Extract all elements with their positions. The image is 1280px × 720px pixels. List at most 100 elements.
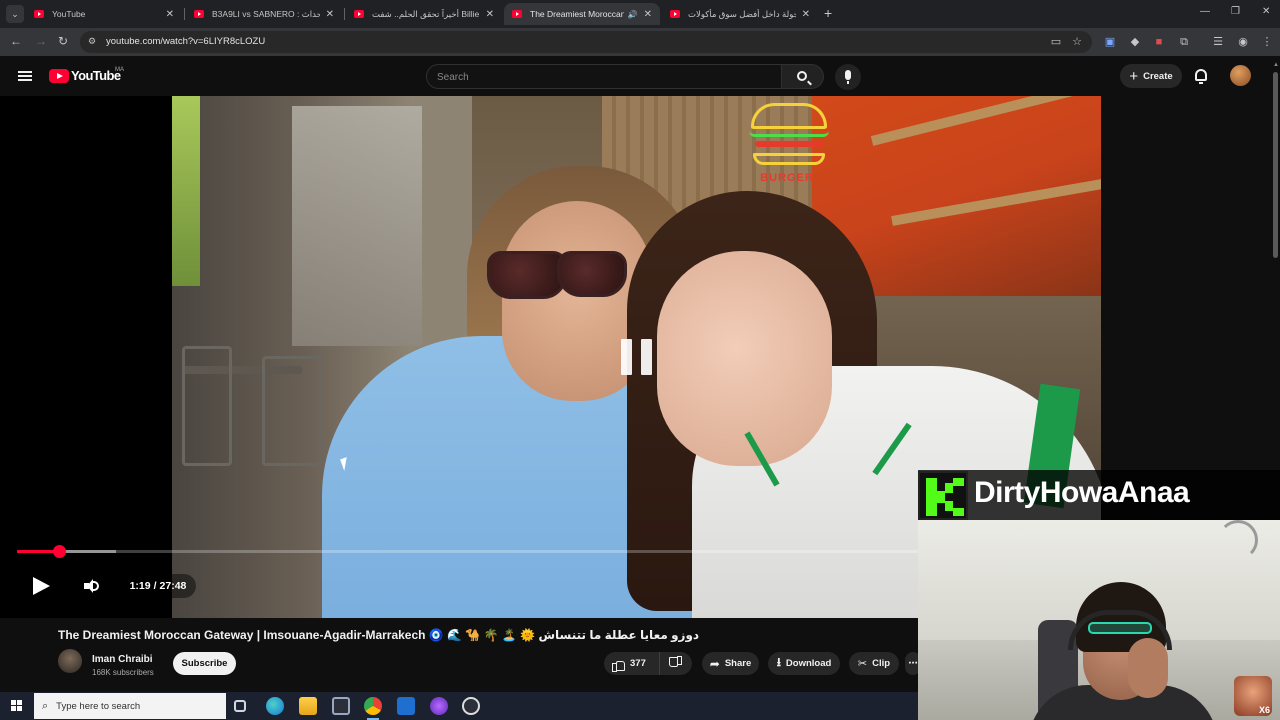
browser-tab-strip: ⌄ YouTube ✕ B3A9LI vs SABNERO : ح للأحدا… <box>0 0 1280 28</box>
browser-tab-2[interactable]: B3A9LI vs SABNERO : ح للأحداث ✕ <box>186 3 342 25</box>
tab-title: أخيراً تحقق الحلم.. شفت Billie Eilish <box>372 8 480 19</box>
address-bar[interactable]: ⚙ youtube.com/watch?v=6LIYR8cLOZU <box>80 31 1092 53</box>
more-dots-icon: ⋯ <box>908 658 918 669</box>
tab-title: جولة داخل أفضل سوق مأكولات <box>688 8 796 19</box>
forward-arrow-icon[interactable]: → <box>35 34 47 48</box>
close-tab-icon[interactable]: ✕ <box>326 9 334 20</box>
file-explorer-icon[interactable] <box>299 697 317 715</box>
browser-tab-1[interactable]: YouTube ✕ <box>26 3 182 25</box>
subscriber-count: 168K subscribers <box>92 668 154 677</box>
sunglasses <box>487 251 567 299</box>
taskbar-search[interactable]: ⌕ <box>34 693 226 719</box>
like-count: 377 <box>630 658 646 669</box>
share-button[interactable]: ➦ Share <box>702 652 759 675</box>
obs-icon[interactable] <box>462 697 480 715</box>
extensions-puzzle-icon[interactable]: ⧉ <box>1177 35 1191 49</box>
pause-overlay-icon[interactable] <box>621 339 653 375</box>
browser-menu-icon[interactable]: ⋮ <box>1260 35 1274 49</box>
scissors-icon: ✂ <box>857 658 868 670</box>
browser-tab-5[interactable]: جولة داخل أفضل سوق مأكولات ✕ <box>662 3 818 25</box>
channel-name[interactable]: Iman Chraibi <box>92 654 153 665</box>
progress-bar[interactable] <box>17 545 918 558</box>
youtube-favicon-icon <box>34 10 44 18</box>
app-purple-icon[interactable] <box>430 697 448 715</box>
reading-list-icon[interactable]: ☰ <box>1211 35 1225 49</box>
extension-red-icon[interactable]: ■ <box>1152 35 1166 49</box>
thumbs-up-icon <box>612 658 625 672</box>
search-button[interactable] <box>782 64 824 89</box>
bookmark-star-icon[interactable]: ☆ <box>1070 35 1084 49</box>
tab-search-button[interactable]: ⌄ <box>6 5 24 23</box>
download-button[interactable]: ⭳ Download <box>768 652 840 675</box>
glasses <box>1088 622 1152 634</box>
browser-tab-active[interactable]: The Dreamiest Moroccan G 🔊 ✕ <box>504 3 660 25</box>
chrome-browser-icon[interactable] <box>364 697 382 720</box>
search-input[interactable] <box>437 69 767 85</box>
edge-browser-icon[interactable] <box>266 697 284 715</box>
hamburger-menu-icon[interactable] <box>18 71 32 81</box>
duration: 27:48 <box>159 580 187 592</box>
share-arrow-icon: ➦ <box>709 656 720 671</box>
subscribe-button[interactable]: Subscribe <box>173 652 236 675</box>
current-time: 1:19 <box>129 580 151 592</box>
kick-logo-icon <box>918 471 968 520</box>
voice-search-button[interactable] <box>835 64 861 90</box>
video-info: The Dreamiest Moroccan Gateway | Imsouan… <box>0 618 921 692</box>
dislike-button[interactable] <box>660 658 692 670</box>
badge-text: X6 <box>1258 705 1270 715</box>
youtube-logo-icon[interactable] <box>49 69 69 83</box>
play-icon[interactable] <box>33 577 50 595</box>
task-view-icon[interactable] <box>234 700 246 712</box>
youtube-favicon-icon <box>354 10 364 18</box>
speaker-icon[interactable]: 🔊 <box>628 10 638 19</box>
share-label: Share <box>724 658 752 669</box>
translate-extension-icon[interactable]: ▣ <box>1103 35 1117 49</box>
close-tab-icon[interactable]: ✕ <box>802 9 810 20</box>
close-tab-icon[interactable]: ✕ <box>486 9 494 20</box>
extension-diamond-icon[interactable]: ◆ <box>1128 35 1142 49</box>
scrubber-handle[interactable] <box>53 545 67 558</box>
windows-start-icon[interactable] <box>11 700 23 712</box>
reload-icon[interactable]: ↻ <box>58 34 68 48</box>
like-button[interactable]: 377 <box>604 652 660 675</box>
back-arrow-icon[interactable]: ← <box>10 34 22 48</box>
profile-icon[interactable]: ◉ <box>1236 35 1250 49</box>
taskbar-search-input[interactable] <box>56 698 217 714</box>
scrollbar-thumb[interactable] <box>1273 72 1278 258</box>
time-display: 1:19 / 27:48 <box>120 574 196 598</box>
youtube-favicon-icon <box>512 10 522 18</box>
restore-icon[interactable]: ❐ <box>1231 6 1240 17</box>
download-label: Download <box>785 658 832 669</box>
clip-button[interactable]: ✂ Clip <box>849 652 899 675</box>
browser-toolbar: ← → ↻ ⚙ youtube.com/watch?v=6LIYR8cLOZU … <box>0 28 1280 56</box>
close-tab-icon[interactable]: ✕ <box>166 9 174 20</box>
volume-icon[interactable] <box>84 578 100 594</box>
notifications-bell-icon[interactable] <box>1195 69 1207 84</box>
close-tab-icon[interactable]: ✕ <box>644 9 652 20</box>
like-dislike-group: 377 <box>604 652 692 675</box>
neon-burger-sign <box>747 101 831 183</box>
streamer-overlay: DirtyHowaAnaa X6 <box>918 470 1280 720</box>
account-avatar[interactable] <box>1230 65 1251 86</box>
outlook-icon[interactable] <box>397 697 415 715</box>
minimize-icon[interactable]: — <box>1200 6 1210 17</box>
microsoft-store-icon[interactable] <box>332 697 350 715</box>
neon-sign-text: BURGER <box>760 172 814 184</box>
close-window-icon[interactable]: ✕ <box>1262 6 1270 17</box>
create-button[interactable]: + Create <box>1120 64 1182 88</box>
scroll-up-arrow-icon[interactable]: ▲ <box>1273 62 1279 68</box>
new-tab-plus-icon[interactable]: + <box>824 5 832 21</box>
cast-icon[interactable]: ▭ <box>1049 35 1063 49</box>
video-title: The Dreamiest Moroccan Gateway | Imsouan… <box>58 628 700 642</box>
tab-title: YouTube <box>52 9 86 19</box>
youtube-favicon-icon <box>670 10 680 18</box>
url-text[interactable]: youtube.com/watch?v=6LIYR8cLOZU <box>106 36 265 47</box>
tab-title: The Dreamiest Moroccan G <box>530 9 624 19</box>
video-player[interactable]: BURGER 1:19 / 27:48 <box>0 96 1101 618</box>
browser-tab-3[interactable]: أخيراً تحقق الحلم.. شفت Billie Eilish ✕ <box>346 3 502 25</box>
country-code: MA <box>115 67 124 73</box>
search-box <box>426 64 782 89</box>
channel-avatar[interactable] <box>58 649 82 673</box>
youtube-logo-text[interactable]: YouTube <box>71 68 121 83</box>
site-info-icon[interactable]: ⚙ <box>88 36 100 48</box>
